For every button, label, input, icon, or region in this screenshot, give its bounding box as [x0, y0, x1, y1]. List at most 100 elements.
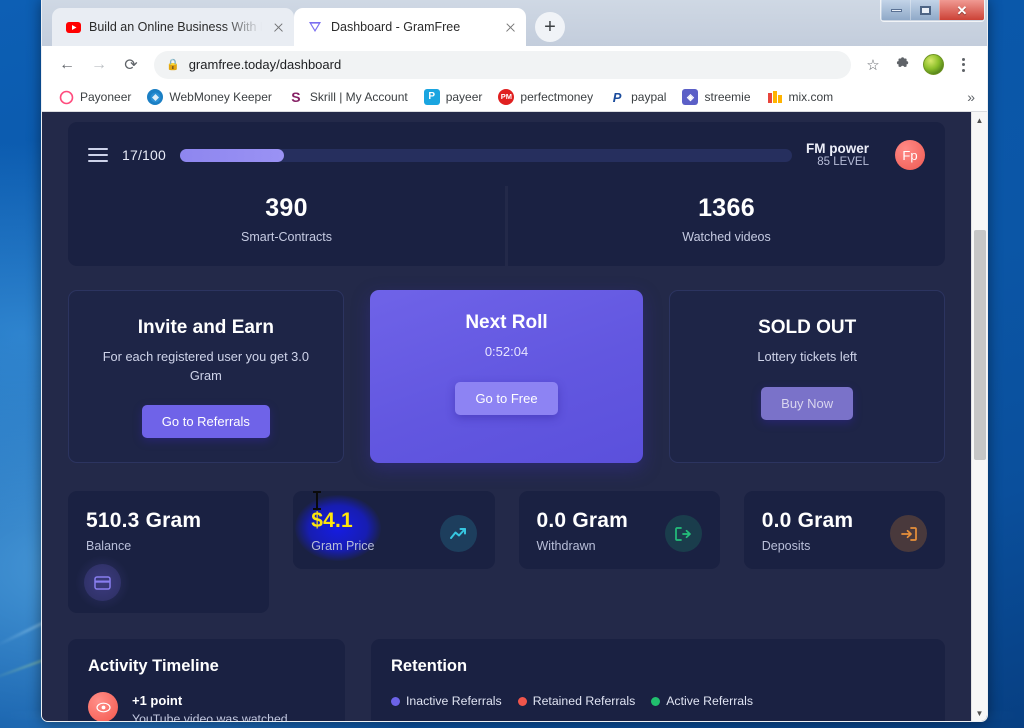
metric-label: Balance: [86, 539, 132, 554]
timeline-points: +1 point: [132, 693, 183, 709]
metric-value: 0.0 Gram: [536, 509, 628, 533]
bookmarks-overflow-button[interactable]: »: [967, 89, 977, 105]
trending-up-icon: [439, 515, 477, 553]
extensions-puzzle-icon[interactable]: [889, 51, 917, 79]
metric-value: $4.1: [311, 509, 353, 533]
legend-swatch: [391, 696, 400, 706]
desktop-background: Build an Online Business With M Dashboar…: [0, 0, 1024, 728]
bookmark-paypal[interactable]: P paypal: [603, 86, 672, 108]
activity-timeline-list: +1 point YouTube video was watched 1 min…: [88, 692, 325, 722]
hero-stats-row: 390 Smart-Contracts 1366 Watched videos: [68, 186, 945, 266]
browser-menu-button[interactable]: [949, 51, 977, 79]
browser-tab-title: Build an Online Business With M: [89, 20, 262, 34]
bookmark-webmoney[interactable]: WebMoney Keeper: [141, 86, 278, 108]
metric-card-balance[interactable]: 510.3 Gram Balance: [68, 491, 270, 614]
promo-title: Invite and Earn: [137, 317, 274, 338]
webmoney-icon: [147, 89, 164, 105]
new-tab-button[interactable]: +: [535, 12, 565, 42]
address-bar-url: gramfree.today/dashboard: [188, 57, 342, 72]
scroll-up-arrow[interactable]: ▲: [972, 112, 987, 129]
minimize-icon: [890, 8, 902, 12]
go-to-referrals-button[interactable]: Go to Referrals: [141, 405, 270, 439]
retention-title: Retention: [391, 657, 468, 676]
scrollbar-thumb[interactable]: [974, 230, 986, 460]
legend-item-inactive-referrals[interactable]: Inactive Referrals: [391, 694, 502, 708]
forward-button[interactable]: →: [84, 50, 114, 80]
hero-panel: 17/100 FM power 85 LEVEL Fp 390 Smart-Co…: [68, 122, 945, 266]
eye-icon: [88, 692, 118, 721]
metric-card-withdrawn[interactable]: 0.0 Gram Withdrawn: [518, 491, 720, 570]
browser-tabstrip: Build an Online Business With M Dashboar…: [42, 0, 987, 46]
hero-stat: 390 Smart-Contracts: [68, 186, 505, 266]
legend-swatch: [517, 696, 527, 706]
bookmark-perfectmoney[interactable]: PM perfectmoney: [492, 86, 599, 108]
promo-cards-row: Invite and Earn For each registered user…: [68, 290, 946, 464]
maximize-button[interactable]: [910, 0, 939, 20]
promo-title: SOLD OUT: [758, 317, 857, 338]
bookmark-skrill[interactable]: S Skrill | My Account: [282, 86, 414, 108]
bookmark-label: streemie: [704, 90, 751, 104]
gramfree-icon: [307, 19, 323, 35]
bookmark-label: WebMoney Keeper: [169, 90, 272, 104]
scroll-down-arrow[interactable]: ▼: [972, 705, 987, 721]
legend-item-retained-referrals[interactable]: Retained Referrals: [517, 694, 636, 709]
kebab-menu-icon: [961, 57, 965, 72]
bookmark-label: payeer: [445, 90, 483, 104]
page-viewport: 17/100 FM power 85 LEVEL Fp 390 Smart-Co…: [42, 112, 987, 722]
reload-button[interactable]: ⟳: [116, 50, 146, 80]
legend-item-active-referrals[interactable]: Active Referrals: [651, 694, 753, 708]
browser-tab-inactive[interactable]: Build an Online Business With M: [52, 8, 294, 46]
bookmark-label: paypal: [631, 90, 667, 104]
youtube-icon: [65, 19, 81, 35]
bookmark-streemie[interactable]: ◈ streemie: [676, 86, 756, 108]
bookmark-mixcom[interactable]: mix.com: [761, 86, 840, 108]
retention-chart-card: Retention Inactive Referrals Retained Re…: [371, 639, 945, 721]
next-roll-countdown: 0:52:04: [484, 344, 529, 359]
browser-tab-title: Dashboard - GramFree: [331, 20, 461, 34]
level-progress-text: 17/100: [122, 147, 167, 163]
activity-timeline-title: Activity Timeline: [88, 657, 219, 676]
streemie-icon: ◈: [682, 89, 699, 105]
buy-now-button[interactable]: Buy Now: [761, 386, 854, 420]
user-avatar[interactable]: Fp: [895, 140, 925, 170]
legend-label: Inactive Referrals: [406, 694, 502, 709]
hero-stat-value: 390: [265, 194, 308, 222]
browser-toolbar: ← → ⟳ 🔒 gramfree.today/dashboard ☆: [42, 46, 987, 83]
bookmark-payeer[interactable]: P payeer: [418, 86, 489, 108]
metrics-row: 510.3 Gram Balance $4.1 Gram Price 0.0 G…: [68, 491, 945, 614]
legend-label: Retained Referrals: [532, 694, 636, 709]
lock-icon: 🔒: [166, 59, 180, 71]
chart-legend: Inactive Referrals Retained Referrals Ac…: [391, 694, 925, 708]
timeline-description: YouTube video was watched: [132, 712, 288, 722]
bookmark-payoneer[interactable]: Payoneer: [52, 86, 137, 108]
page-scrollbar[interactable]: ▲ ▼: [971, 112, 987, 721]
hamburger-icon[interactable]: [88, 148, 108, 162]
close-icon[interactable]: [502, 19, 518, 35]
metric-value: 510.3 Gram: [86, 509, 202, 533]
fm-power-level: 85 LEVEL: [817, 156, 869, 169]
close-window-button[interactable]: ✕: [939, 0, 984, 20]
bookmark-label: Payoneer: [80, 90, 132, 104]
metric-label: Deposits: [761, 539, 811, 554]
maximize-icon: [919, 5, 931, 15]
back-button[interactable]: ←: [52, 50, 82, 80]
promo-subtitle: For each registered user you get 3.0 Gra…: [102, 349, 309, 383]
bookmark-label: Skrill | My Account: [309, 90, 408, 104]
metric-card-gram-price[interactable]: $4.1 Gram Price: [293, 491, 495, 570]
address-bar[interactable]: 🔒 gramfree.today/dashboard: [154, 50, 851, 79]
browser-tab-active[interactable]: Dashboard - GramFree: [294, 8, 526, 46]
credit-card-icon-wrap: [75, 555, 130, 611]
close-icon[interactable]: [270, 19, 286, 35]
logout-arrow-icon: [664, 515, 702, 553]
mixcom-icon: [767, 89, 783, 105]
hero-stat-label: Smart-Contracts: [241, 230, 332, 244]
bookmark-label: perfectmoney: [520, 90, 594, 104]
metric-card-deposits[interactable]: 0.0 Gram Deposits: [743, 491, 945, 570]
paypal-icon: P: [609, 89, 626, 105]
gramfree-dashboard: 17/100 FM power 85 LEVEL Fp 390 Smart-Co…: [42, 112, 971, 722]
minimize-button[interactable]: [881, 0, 910, 20]
bookmark-star-icon[interactable]: ☆: [859, 51, 887, 79]
go-to-free-button[interactable]: Go to Free: [455, 381, 558, 415]
profile-avatar[interactable]: [919, 51, 947, 79]
metric-label: Gram Price: [311, 539, 375, 554]
